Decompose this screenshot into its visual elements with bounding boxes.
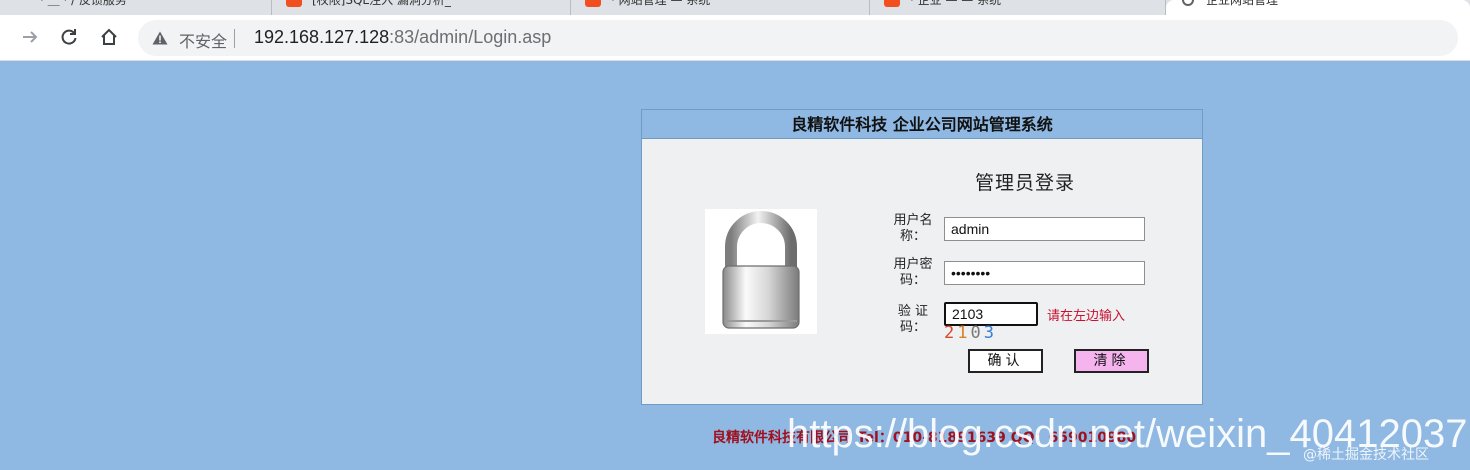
browser-tab[interactable]: · 网站管理 — 系统	[571, 0, 870, 15]
site-favicon-icon	[286, 0, 302, 7]
tab-title: · 企业 — — 系统	[910, 0, 1002, 7]
login-title: 管理员登录	[975, 172, 1076, 194]
globe-icon	[1182, 0, 1194, 6]
login-panel: 良精软件科技 企业公司网站管理系统 管理员登录 用户名 称： admin 用户密…	[641, 109, 1203, 405]
home-icon	[101, 28, 117, 45]
url-host: 192.168.127.128	[254, 27, 390, 47]
reload-button[interactable]	[55, 23, 83, 51]
captcha-image[interactable]: 2103	[944, 323, 997, 343]
password-input[interactable]	[944, 261, 1145, 285]
back-button[interactable]	[16, 23, 44, 51]
password-label: 用户密 码：	[887, 257, 939, 289]
tab-title: · ＿ · / 反馈服务	[40, 0, 127, 7]
home-button[interactable]	[95, 23, 123, 51]
browser-toolbar: 不安全 192.168.127.128:83/admin/Login.asp	[0, 15, 1470, 61]
address-separator	[234, 29, 235, 48]
site-favicon-icon	[884, 0, 900, 7]
url-text[interactable]: 192.168.127.128:83/admin/Login.asp	[254, 27, 551, 48]
reload-icon	[61, 29, 77, 45]
tab-title: 企业网站管理	[1206, 0, 1279, 7]
warning-icon	[152, 31, 168, 45]
browser-tab[interactable]: · ＿ · / 反馈服务	[0, 0, 272, 15]
username-label-line1: 用户名	[893, 213, 933, 228]
captcha-label-line2: 码：	[899, 320, 926, 335]
watermark-community: @稀土掘金技术社区	[1303, 447, 1429, 463]
username-label: 用户名 称：	[887, 213, 939, 245]
password-label-line1: 用户密	[893, 257, 933, 272]
browser-tab[interactable]: [权限]SQL注入 漏洞分析_	[272, 0, 571, 15]
password-label-line2: 码：	[899, 273, 926, 288]
system-title: 良精软件科技 企业公司网站管理系统	[642, 110, 1202, 139]
address-bar[interactable]: 不安全 192.168.127.128:83/admin/Login.asp	[138, 20, 1458, 56]
confirm-button[interactable]: 确认	[968, 349, 1043, 373]
site-favicon-icon	[585, 0, 601, 7]
captcha-digit: 2	[944, 323, 958, 343]
tab-title: · 网站管理 — 系统	[611, 0, 711, 7]
captcha-hint: 请在左边输入	[1047, 309, 1126, 324]
padlock-icon	[705, 209, 817, 334]
tab-strip: · ＿ · / 反馈服务 [权限]SQL注入 漏洞分析_ · 网站管理 — 系统…	[0, 0, 1470, 15]
browser-tab[interactable]: · 企业 — — 系统	[870, 0, 1166, 15]
browser-tab-active[interactable]: 企业网站管理	[1166, 0, 1470, 15]
tab-title: [权限]SQL注入 漏洞分析_	[312, 0, 451, 7]
captcha-digit: 1	[957, 323, 971, 343]
clear-button[interactable]: 清除	[1074, 349, 1149, 373]
captcha-label: 验 证 码：	[887, 304, 939, 336]
captcha-label-line1: 验 证	[897, 304, 929, 319]
username-input[interactable]	[944, 217, 1145, 241]
url-path: :83/admin/Login.asp	[389, 27, 552, 47]
captcha-digit: 3	[983, 323, 997, 343]
security-label[interactable]: 不安全	[179, 28, 227, 52]
username-label-line2: 称：	[899, 229, 926, 244]
arrow-forward-icon	[23, 31, 38, 43]
captcha-digit: 0	[970, 323, 984, 343]
